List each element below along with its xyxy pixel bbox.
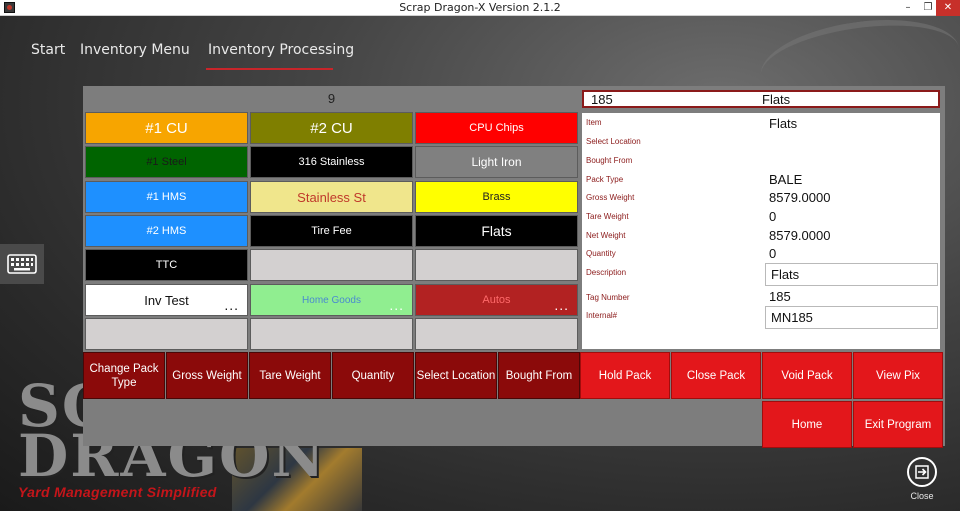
item-value: Flats <box>769 116 798 131</box>
commodity-tile-empty[interactable] <box>415 249 578 281</box>
window-title: Scrap Dragon-X Version 2.1.2 <box>399 1 561 14</box>
exit-program-button[interactable]: Exit Program <box>853 401 943 448</box>
select-location-button[interactable]: Select Location <box>415 352 497 399</box>
close-window-icon[interactable]: ✕ <box>936 0 960 16</box>
selected-pack-number: 185 <box>591 92 613 107</box>
commodity-tile-label: #1 HMS <box>146 191 187 203</box>
tare-weight-value: 0 <box>769 209 777 224</box>
select-location-label: Select Location <box>586 137 641 146</box>
title-bar: Scrap Dragon-X Version 2.1.2 – ❐ ✕ <box>0 0 960 16</box>
selected-pack-header: 185 Flats <box>582 90 940 108</box>
commodity-tile-home-goods[interactable]: Home Goods... <box>250 284 413 316</box>
commodity-tile-1-steel[interactable]: #1 Steel <box>85 146 248 178</box>
commodity-tile-label: CPU Chips <box>469 122 524 134</box>
commodity-tile-2-hms[interactable]: #2 HMS <box>85 215 248 247</box>
commodity-tile-label: Stainless St <box>297 189 366 205</box>
close-label: Close <box>910 491 934 501</box>
tag-number-label: Tag Number <box>586 293 630 302</box>
bought-from-label: Bought From <box>586 156 633 165</box>
commodity-tile-label: TTC <box>155 259 178 271</box>
item-label: Item <box>586 118 602 127</box>
commodity-tile-label: #1 CU <box>145 119 188 137</box>
logo-tagline: Yard Management Simplified <box>18 484 217 500</box>
quantity-button[interactable]: Quantity <box>332 352 414 399</box>
commodity-tile-1-cu[interactable]: #1 CU <box>85 112 248 144</box>
quantity-label: Quantity <box>586 249 616 258</box>
commodity-tile-empty[interactable] <box>415 318 578 350</box>
commodity-tile-label: Home Goods <box>302 294 361 306</box>
commodity-tile-stainless-st[interactable]: Stainless St <box>250 181 413 213</box>
net-weight-label: Net Weight <box>586 231 626 240</box>
commodity-tile-316-stainless[interactable]: 316 Stainless <box>250 146 413 178</box>
active-nav-underline <box>206 68 333 70</box>
commodity-tile-empty[interactable] <box>250 318 413 350</box>
bought-from-button[interactable]: Bought From <box>498 352 580 399</box>
tare-weight-label: Tare Weight <box>586 212 629 221</box>
commodity-tile-flats[interactable]: Flats <box>415 215 578 247</box>
keyboard-icon <box>7 254 37 274</box>
selected-pack-name: Flats <box>762 92 791 107</box>
commodity-tile-label: Light Iron <box>471 155 522 169</box>
commodity-tile-1-hms[interactable]: #1 HMS <box>85 181 248 213</box>
commodity-tile-empty[interactable] <box>85 318 248 350</box>
tag-number-value: 185 <box>769 289 791 304</box>
more-options-icon[interactable]: ... <box>224 298 239 312</box>
tare-weight-button[interactable]: Tare Weight <box>249 352 331 399</box>
commodity-tile-ttc[interactable]: TTC <box>85 249 248 281</box>
close-pack-button[interactable]: Close Pack <box>671 352 761 399</box>
nav-start[interactable]: Start <box>31 42 65 58</box>
commodity-tile-cpu-chips[interactable]: CPU Chips <box>415 112 578 144</box>
commodity-tile-label: Tire Fee <box>311 225 352 237</box>
commodity-tile-label: Autos <box>482 294 511 306</box>
nav-inventory-menu[interactable]: Inventory Menu <box>80 42 190 58</box>
commodity-tile-light-iron[interactable]: Light Iron <box>415 146 578 178</box>
void-pack-button[interactable]: Void Pack <box>762 352 852 399</box>
change-pack-type-button[interactable]: Change Pack Type <box>83 352 165 399</box>
inventory-processing-panel: 9 #1 CU #2 CU CPU Chips #1 Steel 316 Stainle… <box>83 86 945 448</box>
internal-number-field[interactable]: MN185 <box>765 306 938 329</box>
commodity-tile-label: Inv Test <box>144 292 189 308</box>
close-exit-icon[interactable] <box>906 456 938 488</box>
more-options-icon[interactable]: ... <box>554 298 569 312</box>
grid-page-indicator: 9 <box>327 91 336 106</box>
commodity-tile-autos[interactable]: Autos... <box>415 284 578 316</box>
nav-inventory-processing[interactable]: Inventory Processing <box>208 42 354 58</box>
commodity-tile-label: 316 Stainless <box>298 156 365 168</box>
commodity-tile-brass[interactable]: Brass <box>415 181 578 213</box>
commodity-tile-label: #2 HMS <box>146 225 187 237</box>
net-weight-value: 8579.0000 <box>769 228 831 243</box>
more-options-icon[interactable]: ... <box>389 298 404 312</box>
pack-type-value: BALE <box>769 172 803 187</box>
view-pix-button[interactable]: View Pix <box>853 352 943 399</box>
quantity-value: 0 <box>769 246 777 261</box>
commodity-tile-label: #2 CU <box>310 119 353 137</box>
internal-number-label: Internal# <box>586 311 618 320</box>
gross-weight-button[interactable]: Gross Weight <box>166 352 248 399</box>
gross-weight-label: Gross Weight <box>586 193 635 202</box>
commodity-tile-tire-fee[interactable]: Tire Fee <box>250 215 413 247</box>
commodity-tile-empty[interactable] <box>250 249 413 281</box>
pack-type-label: Pack Type <box>586 175 624 184</box>
commodity-tile-label: Brass <box>482 191 511 203</box>
gross-weight-value: 8579.0000 <box>769 190 831 205</box>
description-field[interactable]: Flats <box>765 263 938 286</box>
pack-detail-panel: Item Flats Select Location Bought From P… <box>582 113 940 349</box>
hold-pack-button[interactable]: Hold Pack <box>580 352 670 399</box>
home-button[interactable]: Home <box>762 401 852 448</box>
commodity-tile-label: Flats <box>481 223 512 239</box>
commodity-tile-inv-test[interactable]: Inv Test... <box>85 284 248 316</box>
commodity-tile-label: #1 Steel <box>146 156 187 168</box>
commodity-tile-2-cu[interactable]: #2 CU <box>250 112 413 144</box>
description-label: Description <box>586 268 627 277</box>
keyboard-button[interactable] <box>0 244 44 284</box>
